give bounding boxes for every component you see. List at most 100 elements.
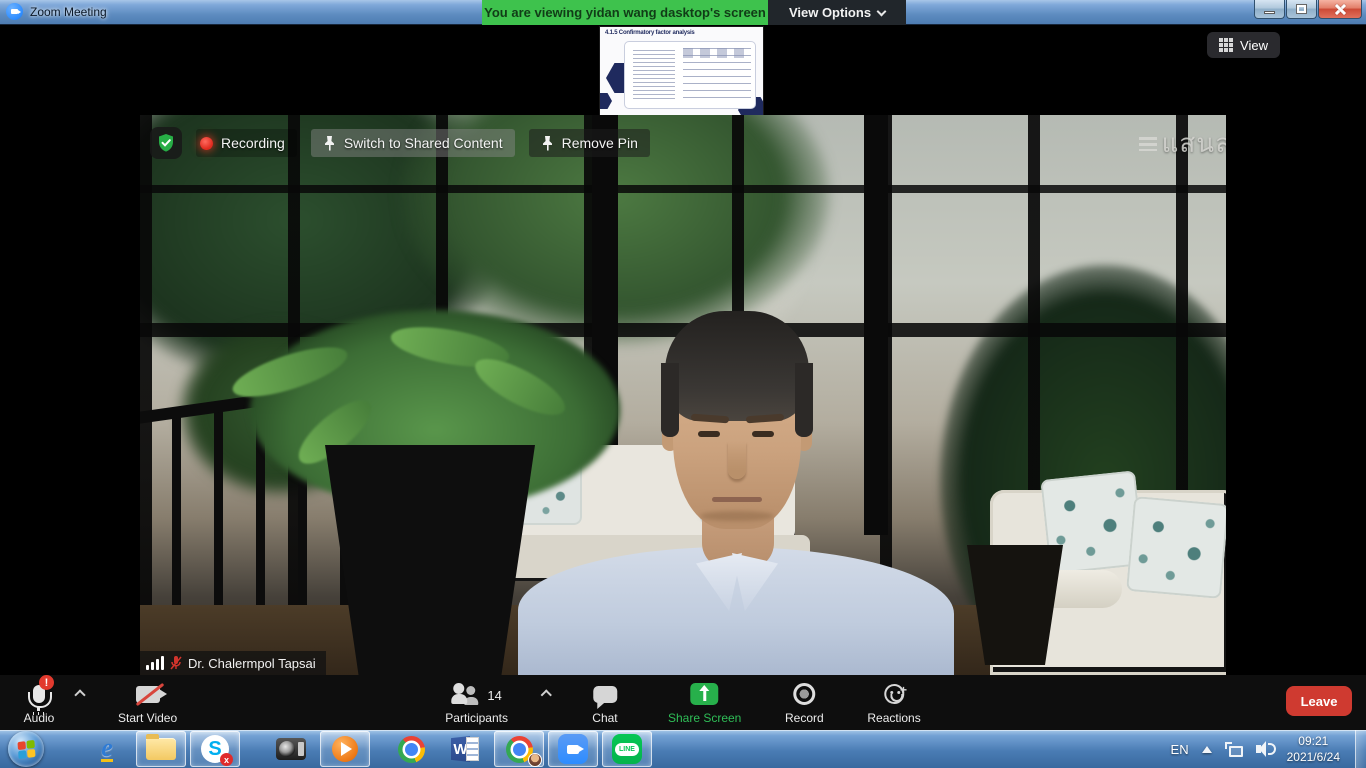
shield-check-icon (156, 133, 176, 153)
share-screen-button[interactable]: Share Screen (660, 675, 749, 730)
word-icon: W (451, 736, 479, 762)
grid-view-icon (1219, 38, 1233, 52)
hidden-icons-chevron[interactable] (1202, 746, 1212, 753)
taskbar-item-skype[interactable]: Sx (190, 731, 240, 767)
tray-date: 2021/6/24 (1287, 749, 1340, 765)
folder-icon (146, 738, 176, 760)
taskbar-item-zoom[interactable] (548, 731, 598, 767)
slide-title: 4.1.5 Confirmatory factor analysis (605, 30, 695, 36)
chrome-icon (398, 736, 425, 763)
close-icon (1334, 3, 1346, 15)
slide-hexagon-decoration (600, 93, 612, 109)
remove-pin-button[interactable]: Remove Pin (529, 129, 650, 157)
chat-button[interactable]: Chat (576, 675, 634, 730)
speaker-eye (698, 431, 720, 437)
taskbar-item-media-player[interactable] (320, 731, 370, 767)
zoom-icon (558, 734, 588, 764)
network-icon[interactable] (1225, 742, 1243, 757)
leave-button[interactable]: Leave (1286, 686, 1352, 716)
chat-bubble-icon (593, 686, 617, 703)
reactions-label: Reactions (867, 711, 920, 725)
start-video-label: Start Video (118, 711, 177, 725)
window-title: Zoom Meeting (30, 5, 107, 19)
restore-icon (1297, 5, 1306, 13)
audio-menu-chevron-icon[interactable] (74, 689, 85, 700)
line-icon: LINE (612, 734, 642, 764)
taskbar-item-word[interactable]: W (440, 731, 490, 767)
language-indicator[interactable]: EN (1171, 742, 1189, 757)
viewing-screen-banner: You are viewing yidan wang dasktop's scr… (482, 0, 768, 25)
meeting-security-button[interactable] (150, 127, 182, 159)
participants-menu-chevron-icon[interactable] (540, 689, 551, 700)
share-screen-icon (691, 683, 719, 705)
reactions-button[interactable]: + Reactions (859, 675, 928, 730)
chat-label: Chat (592, 711, 617, 725)
switch-to-shared-content-button[interactable]: Switch to Shared Content (311, 129, 515, 157)
volume-icon[interactable] (1256, 741, 1274, 757)
participant-name: Dr. Chalermpol Tapsai (188, 656, 316, 671)
shared-content-thumbnail[interactable]: 4.1.5 Confirmatory factor analysis (600, 27, 763, 115)
app-title-group: Zoom Meeting (6, 3, 107, 20)
view-options-button[interactable]: View Options (768, 0, 906, 25)
zoom-toolbar: ! Audio Start Video 14 Participants (0, 675, 1366, 730)
toolbar-center-group: 14 Participants Chat Share Screen Record (437, 675, 928, 730)
taskbar-icons: e Sx W (80, 730, 654, 768)
internet-explorer-icon: e (101, 737, 113, 762)
minimize-icon (1264, 11, 1275, 14)
restore-button[interactable] (1286, 0, 1317, 19)
participants-count: 14 (487, 688, 501, 703)
taskbar-item-line[interactable]: LINE (602, 731, 652, 767)
start-video-button[interactable]: Start Video (110, 675, 185, 730)
close-button[interactable] (1318, 0, 1362, 19)
zoom-app-icon (6, 3, 23, 20)
recording-indicator: Recording (196, 129, 297, 157)
participants-button[interactable]: 14 Participants (437, 675, 516, 730)
video-watermark: แสนล (1139, 123, 1226, 164)
skype-icon: Sx (201, 735, 229, 763)
window-titlebar: Zoom Meeting You are viewing yidan wang … (0, 0, 1366, 25)
record-button[interactable]: Record (775, 675, 833, 730)
system-tray: EN 09:21 2021/6/24 (1171, 730, 1340, 768)
skype-offline-badge: x (220, 753, 233, 766)
audio-button[interactable]: ! Audio (10, 675, 68, 730)
patterned-cushion (1126, 496, 1226, 599)
slide-table (683, 48, 751, 104)
tray-clock[interactable]: 09:21 2021/6/24 (1287, 733, 1340, 765)
record-icon (793, 683, 815, 705)
share-screen-label: Share Screen (668, 711, 741, 725)
window-controls (1253, 0, 1362, 19)
chin-shadow (700, 511, 774, 521)
chevron-down-icon (877, 6, 887, 16)
view-options-label: View Options (789, 5, 871, 20)
audio-alert-badge: ! (39, 675, 54, 690)
recording-label: Recording (221, 135, 285, 151)
video-off-slash-icon (135, 682, 164, 705)
plus-icon: + (900, 683, 907, 697)
participants-label: Participants (445, 711, 508, 725)
taskbar-item-chrome[interactable] (386, 731, 436, 767)
profile-avatar-badge (528, 753, 542, 767)
pinned-speaker-video: แสนล Recording (140, 115, 1226, 675)
view-layout-button[interactable]: View (1207, 32, 1280, 58)
participants-icon (451, 683, 481, 705)
speaker-hair (665, 311, 809, 421)
window-frame-bar (140, 185, 1226, 193)
audio-label: Audio (24, 711, 55, 725)
minimize-button[interactable] (1254, 0, 1285, 19)
window-post (864, 115, 888, 535)
meeting-client-area: 4.1.5 Confirmatory factor analysis View (0, 25, 1366, 675)
start-button[interactable] (8, 731, 44, 767)
camera-app-icon (276, 738, 306, 760)
reactions-smiley-icon: + (884, 684, 904, 704)
windows-taskbar: e Sx W (0, 730, 1366, 768)
taskbar-item-internet-explorer[interactable]: e (82, 731, 132, 767)
media-player-icon (332, 736, 358, 762)
taskbar-item-camera-app[interactable] (266, 731, 316, 767)
show-desktop-button[interactable] (1355, 730, 1366, 768)
zoom-meeting-window: Zoom Meeting You are viewing yidan wang … (0, 0, 1366, 768)
speaker-mouth (712, 497, 762, 502)
video-camera-icon (136, 686, 160, 703)
taskbar-item-file-explorer[interactable] (136, 731, 186, 767)
taskbar-item-chrome-profile[interactable] (494, 731, 544, 767)
record-label: Record (785, 711, 824, 725)
